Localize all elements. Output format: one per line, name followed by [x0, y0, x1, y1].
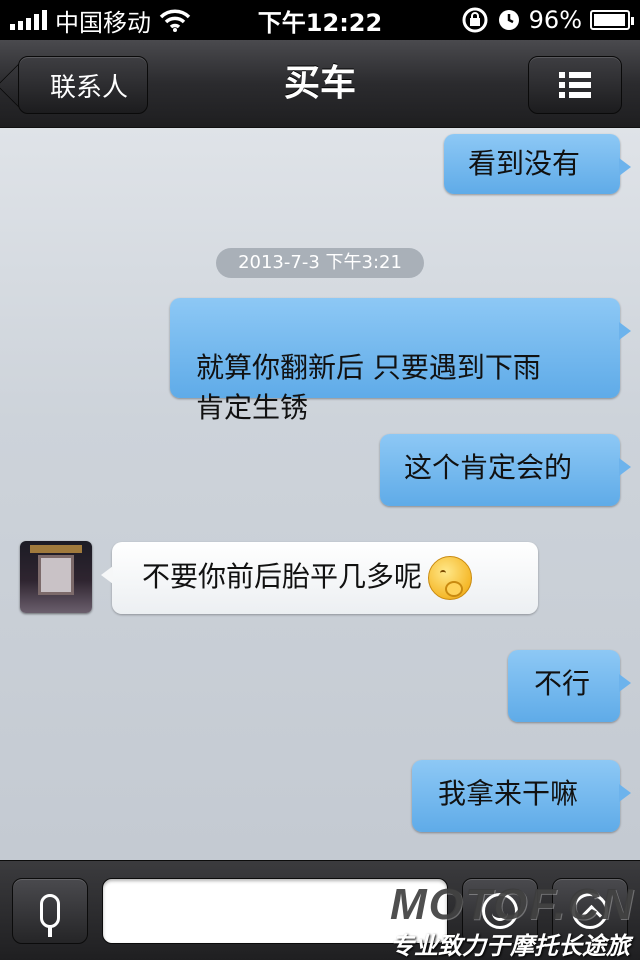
message-text: 不要你前后胎平几多呢	[142, 560, 423, 593]
message-text: 这个肯定会的	[404, 451, 573, 484]
chat-message-list[interactable]: 看到没有 2013-7-3 下午3:21 就算你翻新后 只要遇到下雨 肯定生锈 …	[0, 128, 640, 860]
battery-icon	[590, 10, 634, 30]
status-bar: 中国移动 下午12:22 96%	[0, 0, 640, 40]
message-text: 看到没有	[468, 147, 581, 180]
covering-mouth-emoji-icon	[428, 556, 473, 600]
message-bubble-outgoing[interactable]: 这个肯定会的	[380, 434, 631, 506]
message-bubble-incoming[interactable]: 不要你前后胎平几多呢	[101, 542, 538, 614]
back-button-label: 联系人	[49, 72, 128, 103]
chevron-up-icon	[572, 893, 608, 929]
alarm-icon	[498, 10, 519, 30]
message-bubble-outgoing[interactable]: 看到没有	[444, 134, 631, 194]
voice-input-button[interactable]	[12, 878, 88, 944]
message-timestamp: 2013-7-3 下午3:21	[216, 248, 424, 278]
message-text: 我拿来干嘛	[438, 777, 579, 810]
rotation-lock-icon	[462, 7, 488, 33]
back-button[interactable]: 联系人	[18, 56, 148, 114]
message-bubble-outgoing[interactable]: 就算你翻新后 只要遇到下雨 肯定生锈	[170, 298, 631, 424]
status-right: 96%	[461, 6, 634, 34]
signal-icon	[10, 10, 47, 30]
navigation-bar: 联系人 买车	[0, 40, 640, 128]
message-text-input[interactable]	[102, 878, 448, 944]
wifi-icon	[159, 9, 191, 32]
status-left: 中国移动	[10, 3, 191, 38]
more-options-button[interactable]	[552, 878, 628, 944]
chat-menu-button[interactable]	[528, 56, 622, 114]
message-text: 就算你翻新后 只要遇到下雨 肯定生锈	[196, 351, 541, 424]
battery-percent: 96%	[528, 6, 582, 34]
message-bubble-outgoing[interactable]: 不行	[508, 650, 631, 722]
smiley-icon	[482, 893, 518, 929]
microphone-icon	[40, 894, 60, 937]
message-bubble-outgoing[interactable]: 我拿来干嘛	[412, 760, 631, 832]
emoji-button[interactable]	[462, 878, 538, 944]
back-button-wrap: 联系人	[18, 56, 148, 114]
carrier-name: 中国移动	[55, 8, 151, 37]
list-icon	[559, 72, 591, 98]
message-text: 不行	[534, 667, 591, 700]
message-input-bar	[0, 860, 640, 960]
contact-avatar[interactable]	[20, 541, 92, 613]
